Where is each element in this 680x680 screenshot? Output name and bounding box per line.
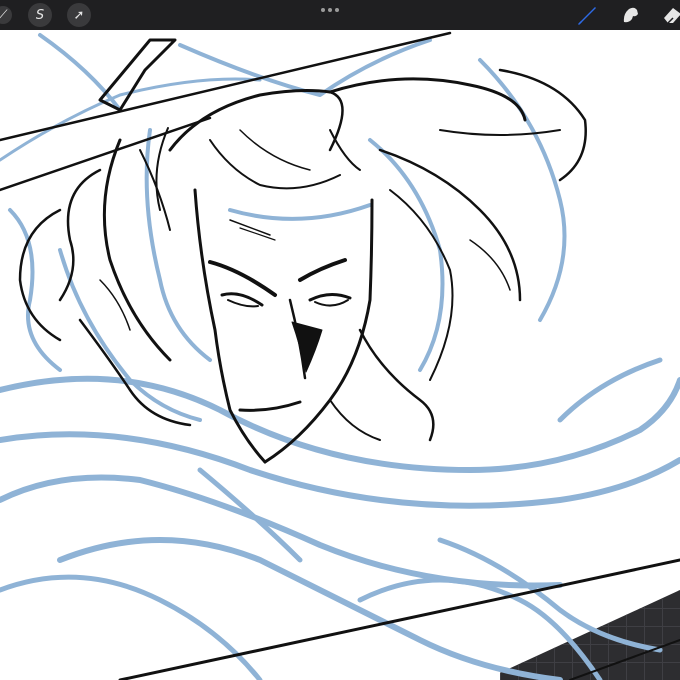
brush-button[interactable] [574,4,600,26]
smudge-icon [623,7,638,23]
adjustments-icon: ⟋ [0,7,8,23]
procreate-app: ⟋ S ➚ [0,0,680,680]
selection-button[interactable]: S [28,3,52,27]
ink-lineart-layer [0,31,680,680]
sketch-artwork [0,31,680,680]
window-handle[interactable] [321,6,339,14]
eraser-icon [664,8,680,24]
transform-icon: ➚ [73,7,85,23]
handle-dot [335,8,339,12]
drawing-canvas[interactable] [0,30,680,680]
handle-dot [321,8,325,12]
transform-button[interactable]: ➚ [67,3,91,27]
top-toolbar: ⟋ S ➚ [0,0,680,30]
eraser-button[interactable] [660,4,680,26]
smudge-button[interactable] [618,4,644,26]
adjustments-button[interactable]: ⟋ [0,6,12,24]
selection-icon: S [35,7,45,23]
brush-icon [578,7,596,25]
handle-dot [328,8,332,12]
